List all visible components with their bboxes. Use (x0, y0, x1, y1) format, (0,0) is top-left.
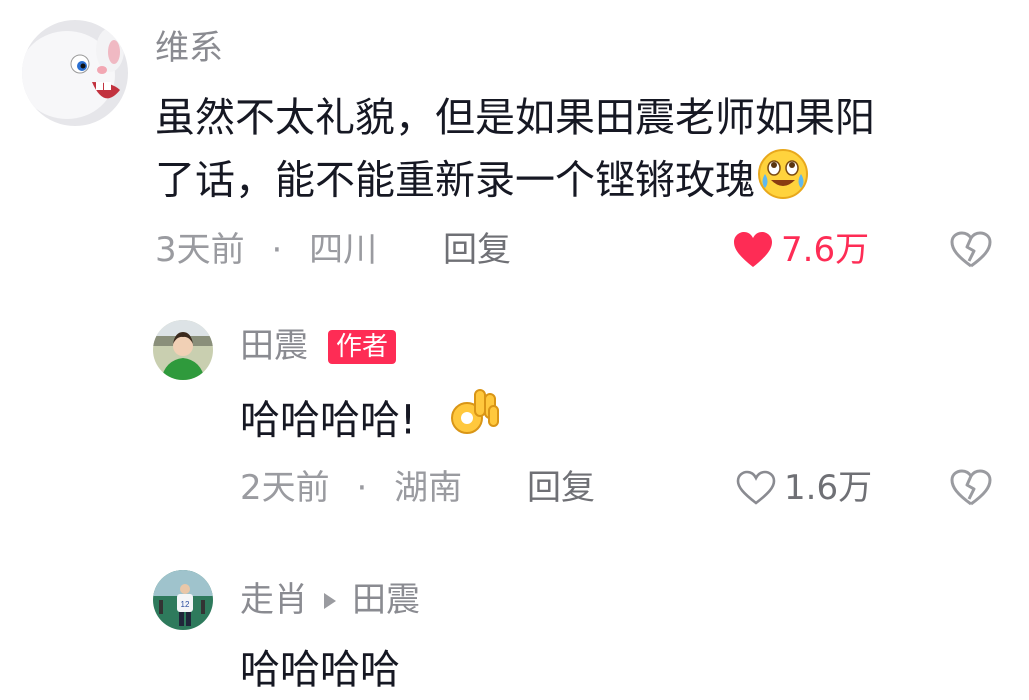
comment-item: 维系 虽然不太礼貌，但是如果田震老师如果阳 了话，能不能重新录一个铿锵玫瑰 3天… (0, 0, 1029, 300)
svg-text:12: 12 (181, 600, 190, 609)
avatar[interactable]: 12 (153, 570, 213, 630)
comment-time: 3天前 (155, 230, 245, 270)
comment-text-line-1: 虽然不太礼貌，但是如果田震老师如果阳 (155, 95, 875, 141)
comment-location: 四川 (309, 230, 378, 270)
reply-location: 湖南 (394, 468, 463, 508)
author-badge: 作者 (328, 330, 397, 364)
comment-author[interactable]: 维系 (155, 28, 223, 68)
reply-author[interactable]: 田震 (240, 326, 308, 366)
reply-author-line: 走肖 田震 (240, 580, 420, 620)
comment-text-line-2: 了话，能不能重新录一个铿锵玫瑰 (155, 148, 1015, 217)
reply-reply-button[interactable]: 回复 (527, 468, 595, 508)
avatar[interactable] (153, 320, 213, 380)
user-photo-avatar-image (153, 320, 213, 380)
user-photo-avatar-image: 12 (153, 570, 213, 630)
reply-text-content: 哈哈哈哈! (240, 397, 417, 444)
comment-reply-button[interactable]: 回复 (443, 230, 511, 270)
reply-to-user[interactable]: 田震 (352, 580, 420, 620)
heart-filled-icon (733, 232, 773, 268)
reply-author[interactable]: 走肖 (240, 580, 308, 620)
meta-separator: · (356, 468, 368, 508)
reply-item: 12 走肖 田震 哈哈哈哈 (0, 560, 1029, 696)
reply-like-count: 1.6万 (784, 468, 873, 508)
comment-text: 虽然不太礼貌，但是如果田震老师如果阳 了话，能不能重新录一个铿锵玫瑰 (155, 88, 1015, 217)
ok-hand-emoji-icon (445, 386, 501, 459)
reply-meta: 2天前 · 湖南 (240, 468, 462, 508)
avatar[interactable] (22, 20, 128, 126)
reply-item: 田震 作者 哈哈哈哈! 2天前 · 湖南 回复 1.6万 (0, 300, 1029, 530)
bunny-avatar-image (22, 20, 128, 126)
reply-like-button[interactable]: 1.6万 (736, 468, 872, 508)
dislike-broken-heart-icon[interactable] (950, 231, 992, 269)
comment-like-button[interactable]: 7.6万 (733, 230, 869, 270)
comment-like-count: 7.6万 (781, 230, 870, 270)
reply-time: 2天前 (240, 468, 330, 508)
comment-meta: 3天前 · 四川 (155, 230, 377, 270)
tearful-smile-emoji-icon (755, 148, 811, 217)
meta-separator: · (271, 230, 283, 270)
reply-text: 哈哈哈哈 (240, 647, 400, 693)
comment-text-line-2-text: 了话，能不能重新录一个铿锵玫瑰 (155, 157, 755, 204)
heart-outline-icon (736, 470, 776, 506)
dislike-broken-heart-icon[interactable] (950, 469, 992, 507)
reply-text: 哈哈哈哈! (240, 386, 501, 459)
reply-arrow-icon (322, 580, 338, 620)
